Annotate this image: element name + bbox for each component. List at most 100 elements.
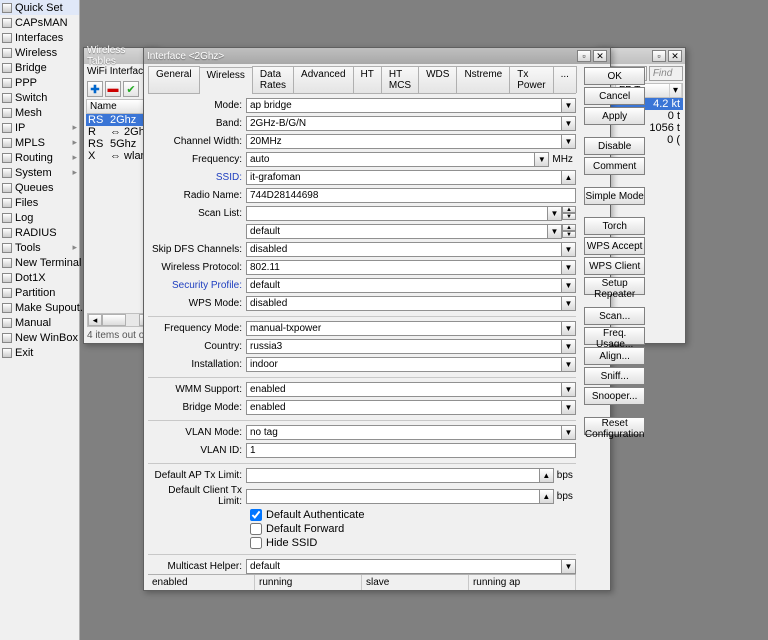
ap-tx-limit-input[interactable] [246,468,540,483]
tri-arrow-icon[interactable]: ▲ [540,489,554,504]
sidebar-item-exit[interactable]: Exit [0,345,79,360]
disable-button[interactable]: Disable [584,137,645,155]
tab-wds[interactable]: WDS [418,66,457,93]
wps-accept-button[interactable]: WPS Accept [584,237,645,255]
sidebar-item-routing[interactable]: Routing▸ [0,150,79,165]
sidebar-item-tools[interactable]: Tools▸ [0,240,79,255]
sidebar-item-system[interactable]: System▸ [0,165,79,180]
minimize-button[interactable]: ▫ [577,50,591,62]
country-input[interactable]: russia3 [246,339,562,354]
sidebar-item-interfaces[interactable]: Interfaces [0,30,79,45]
sidebar-item-ip[interactable]: IP▸ [0,120,79,135]
frequency-input[interactable]: auto [246,152,535,167]
cancel-button[interactable]: Cancel [584,87,645,105]
dropdown-arrow-icon[interactable]: ▼ [562,98,576,113]
scan--button[interactable]: Scan... [584,307,645,325]
default-authenticate-checkbox[interactable]: Default Authenticate [250,509,576,521]
dropdown-arrow-icon[interactable]: ▼ [562,425,576,440]
dropdown-arrow-icon[interactable]: ▼ [562,278,576,293]
dropdown-arrow-icon[interactable]: ▼ [535,152,549,167]
freq-usage--button[interactable]: Freq. Usage... [584,327,645,345]
band-input[interactable]: 2GHz-B/G/N [246,116,562,131]
wps-client-button[interactable]: WPS Client [584,257,645,275]
frequency-mode-input[interactable]: manual-txpower [246,321,562,336]
scan-list-input[interactable] [246,206,548,221]
dropdown-arrow-icon[interactable]: ▼ [562,321,576,336]
minimize-button[interactable]: ▫ [652,50,666,62]
spin-down[interactable]: ▼ [562,231,576,238]
vlan-mode-input[interactable]: no tag [246,425,562,440]
tab-data-rates[interactable]: Data Rates [252,66,294,93]
vlan-id-input[interactable]: 1 [246,443,576,458]
wps-mode-input[interactable]: disabled [246,296,562,311]
close-button[interactable]: ✕ [593,50,607,62]
spin-down[interactable]: ▼ [562,213,576,220]
tab-wireless[interactable]: Wireless [199,67,253,94]
dropdown-arrow-icon[interactable]: ▼ [562,260,576,275]
sidebar-item-make-supout-rif[interactable]: Make Supout.rif [0,300,79,315]
dropdown-arrow-icon[interactable]: ▼ [562,296,576,311]
sidebar-item-queues[interactable]: Queues [0,180,79,195]
dropdown-arrow-icon[interactable]: ▼ [548,224,562,239]
tab--[interactable]: ... [553,66,577,93]
reset-configuration-button[interactable]: Reset Configuration [584,417,645,435]
enable-button[interactable]: ✔ [123,81,139,97]
sidebar-item-bridge[interactable]: Bridge [0,60,79,75]
align--button[interactable]: Align... [584,347,645,365]
tab-ht-mcs[interactable]: HT MCS [381,66,419,93]
sidebar-item-log[interactable]: Log [0,210,79,225]
sidebar-item-partition[interactable]: Partition [0,285,79,300]
dropdown-arrow-icon[interactable]: ▼ [562,400,576,415]
mode-input[interactable]: ap bridge [246,98,562,113]
find-input[interactable]: Find [649,66,683,81]
sidebar-item-radius[interactable]: RADIUS [0,225,79,240]
tab-general[interactable]: General [148,66,200,93]
sidebar-item-ppp[interactable]: PPP [0,75,79,90]
sidebar-item-wireless[interactable]: Wireless [0,45,79,60]
dropdown-arrow-icon[interactable]: ▼ [548,206,562,221]
sidebar-item-new-winbox[interactable]: New WinBox [0,330,79,345]
dropdown-arrow-icon[interactable]: ▼ [562,559,576,574]
spin-up[interactable]: ▲ [562,224,576,231]
tri-arrow-icon[interactable]: ▲ [540,468,554,483]
sidebar-item-switch[interactable]: Switch [0,90,79,105]
sniff--button[interactable]: Sniff... [584,367,645,385]
sidebar-item-mesh[interactable]: Mesh [0,105,79,120]
torch-button[interactable]: Torch [584,217,645,235]
dropdown-arrow-icon[interactable]: ▼ [562,116,576,131]
comment-button[interactable]: Comment [584,157,645,175]
apply-button[interactable]: Apply [584,107,645,125]
sidebar-item-mpls[interactable]: MPLS▸ [0,135,79,150]
sidebar-item-manual[interactable]: Manual [0,315,79,330]
col-dropdown[interactable]: ▾ [670,84,682,97]
multicast-helper-input[interactable]: default [246,559,562,574]
dropdown-arrow-icon[interactable]: ▼ [562,339,576,354]
spin-up[interactable]: ▲ [562,206,576,213]
dropdown-arrow-icon[interactable]: ▼ [562,357,576,372]
hide-ssid-checkbox[interactable]: Hide SSID [250,537,576,549]
sidebar-item-new-terminal[interactable]: New Terminal [0,255,79,270]
add-button[interactable]: ✚ [87,81,103,97]
scan-list2-input[interactable]: default [246,224,548,239]
wireless-protocol-input[interactable]: 802.11 [246,260,562,275]
sidebar-item-quick-set[interactable]: Quick Set [0,0,79,15]
tab-advanced[interactable]: Advanced [293,66,353,93]
bridge-mode-input[interactable]: enabled [246,400,562,415]
tab-nstreme[interactable]: Nstreme [456,66,510,93]
simple-mode-button[interactable]: Simple Mode [584,187,645,205]
dropdown-arrow-icon[interactable]: ▼ [562,134,576,149]
sidebar-item-files[interactable]: Files [0,195,79,210]
close-button[interactable]: ✕ [668,50,682,62]
ok-button[interactable]: OK [584,67,645,85]
security-profile-input[interactable]: default [246,278,562,293]
remove-button[interactable]: ▬ [105,81,121,97]
sidebar-item-dot1x[interactable]: Dot1X [0,270,79,285]
tab-tx-power[interactable]: Tx Power [509,66,553,93]
default-forward-checkbox[interactable]: Default Forward [250,523,576,535]
ssid-input[interactable]: it-grafoman [246,170,562,185]
wmm-support-input[interactable]: enabled [246,382,562,397]
radio-name-input[interactable]: 744D28144698 [246,188,576,203]
client-tx-limit-input[interactable] [246,489,540,504]
skip-dfs-input[interactable]: disabled [246,242,562,257]
installation-input[interactable]: indoor [246,357,562,372]
